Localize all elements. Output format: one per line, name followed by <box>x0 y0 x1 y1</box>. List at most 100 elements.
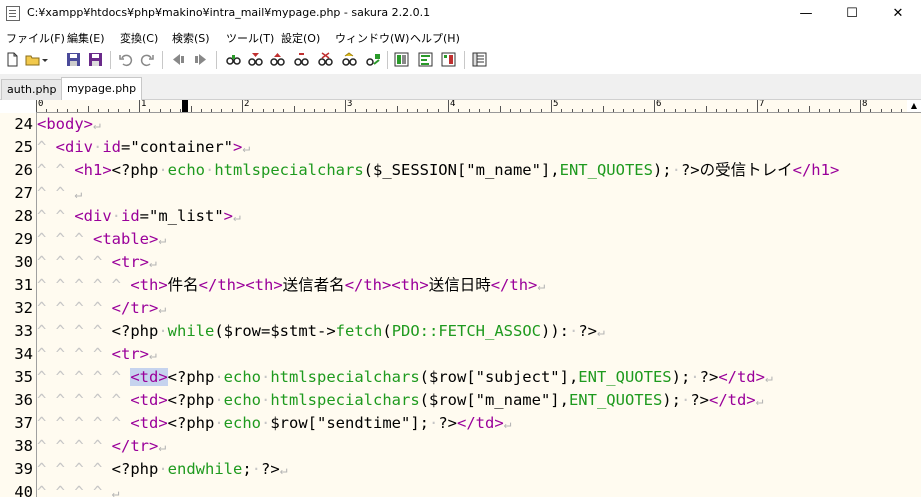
ruler-number: 1 <box>141 100 147 109</box>
ruler-tick <box>128 109 130 112</box>
code-line: ^ ^ <h1><?php·echo·htmlspecialchars($_SE… <box>37 161 840 179</box>
ruler-tick <box>272 109 274 112</box>
ruler-tick <box>715 109 717 112</box>
ruler-number: 4 <box>450 100 456 109</box>
grep-replace-icon[interactable] <box>366 52 381 67</box>
code-editor[interactable]: <body>↵ ^ <div·id="container">↵ ^ ^ <h1>… <box>37 113 921 497</box>
maximize-button[interactable]: ☐ <box>829 0 875 27</box>
menu-settings[interactable]: 設定(O) <box>281 30 320 46</box>
ruler-tick <box>190 106 192 112</box>
ruler-tick <box>798 109 800 112</box>
menu-file[interactable]: ファイル(F) <box>6 30 65 46</box>
ruler-number: 0 <box>38 100 44 109</box>
ruler-tick <box>736 109 738 112</box>
window-title: C:¥xampp¥htdocs¥php¥makino¥intra_mail¥my… <box>27 6 431 19</box>
ruler-tick <box>839 109 841 112</box>
jump-back-icon[interactable] <box>170 52 185 67</box>
line-number: 31 <box>14 276 33 294</box>
ruler-tick <box>849 109 851 112</box>
open-file-icon[interactable] <box>25 52 40 67</box>
ruler-tick <box>437 109 439 112</box>
settings-icon[interactable] <box>472 52 487 67</box>
ruler-tick <box>674 109 676 112</box>
search-icon[interactable] <box>226 52 241 67</box>
ruler-tick <box>767 109 769 112</box>
ruler-tick <box>169 109 171 112</box>
line-number-gutter: 24 25 26 27 28 29 30 31 32 33 34 35 36 37 38 39 40 <box>0 113 37 501</box>
ruler-tick <box>334 109 336 112</box>
minimize-button[interactable]: — <box>783 0 829 27</box>
ruler-tick <box>540 109 542 112</box>
ruler-number: 5 <box>553 100 559 109</box>
line-number: 28 <box>14 207 33 225</box>
jump-forward-icon[interactable] <box>194 52 209 67</box>
code-line: <body>↵ <box>37 115 101 133</box>
ruler-number: 8 <box>862 100 868 109</box>
ruler-tick <box>664 109 666 112</box>
search-next-icon[interactable] <box>270 52 285 67</box>
menu-search[interactable]: 検索(S) <box>172 30 210 46</box>
line-number: 30 <box>14 253 33 271</box>
ruler-tick <box>561 109 563 112</box>
new-file-icon[interactable] <box>5 52 20 67</box>
ruler-tick <box>56 109 58 112</box>
ruler-number: 6 <box>656 100 662 109</box>
line-number: 40 <box>14 483 33 501</box>
menu-window[interactable]: ウィンドウ(W) <box>335 30 409 46</box>
ruler-tick <box>108 109 110 112</box>
scroll-up-arrow-icon[interactable]: ▲ <box>907 100 921 112</box>
tab-mypage-php[interactable]: mypage.php <box>61 77 143 100</box>
ruler-tick <box>303 109 305 112</box>
replace-icon[interactable] <box>294 52 309 67</box>
grep-icon[interactable] <box>342 52 357 67</box>
menu-edit[interactable]: 編集(E) <box>67 30 105 46</box>
ruler-tick <box>293 106 295 112</box>
ruler-tick <box>870 109 872 112</box>
close-button[interactable]: ✕ <box>875 0 921 27</box>
ruler-tick <box>880 109 882 112</box>
ruler-tick <box>489 109 491 112</box>
line-number: 29 <box>14 230 33 248</box>
redo-icon[interactable] <box>140 52 155 67</box>
tab-auth-php[interactable]: auth.php <box>1 79 63 100</box>
ruler-tick <box>417 109 419 112</box>
ruler-tick <box>612 109 614 112</box>
line-number: 24 <box>14 115 33 133</box>
ruler-tick <box>36 100 37 112</box>
menu-convert[interactable]: 変換(C) <box>120 30 158 46</box>
compare-icon[interactable] <box>394 52 409 67</box>
ruler-tick <box>314 109 316 112</box>
line-number: 38 <box>14 437 33 455</box>
ruler-tick <box>890 109 892 112</box>
search-prev-icon[interactable] <box>248 52 263 67</box>
open-dropdown-icon[interactable] <box>41 52 49 67</box>
ruler-tick <box>149 109 151 112</box>
clear-mark-icon[interactable] <box>318 52 333 67</box>
ruler-tick <box>458 109 460 112</box>
ruler-tick <box>787 109 789 112</box>
ruler-tick <box>365 109 367 112</box>
menu-help[interactable]: ヘルプ(H) <box>410 30 460 46</box>
save-all-icon[interactable] <box>88 52 103 67</box>
outline-icon[interactable] <box>418 52 433 67</box>
ruler-tick <box>901 109 903 112</box>
ruler-tick <box>623 109 625 112</box>
ruler-tick <box>221 109 223 112</box>
ruler-tick <box>87 106 89 112</box>
code-line: ^ ^ ^ ^ ^ <td><?php·echo·$row["sendtime"… <box>37 414 512 432</box>
line-number: 39 <box>14 460 33 478</box>
menu-tools[interactable]: ツール(T) <box>226 30 274 46</box>
ruler-tick <box>46 109 48 112</box>
tag-jump-icon[interactable] <box>441 52 456 67</box>
ruler-tick <box>520 109 522 112</box>
ruler-tick <box>386 109 388 112</box>
code-line: ^ ^ ^ ^ <tr>↵ <box>37 345 157 363</box>
undo-icon[interactable] <box>118 52 133 67</box>
save-icon[interactable] <box>66 52 81 67</box>
ruler-tick <box>242 100 243 112</box>
ruler-tick <box>643 109 645 112</box>
ruler-tick <box>283 109 285 112</box>
ruler-tick <box>211 109 213 112</box>
ruler-tick <box>406 109 408 112</box>
column-ruler: 0 1 2 3 4 5 6 7 8 ▲ <box>36 100 921 113</box>
